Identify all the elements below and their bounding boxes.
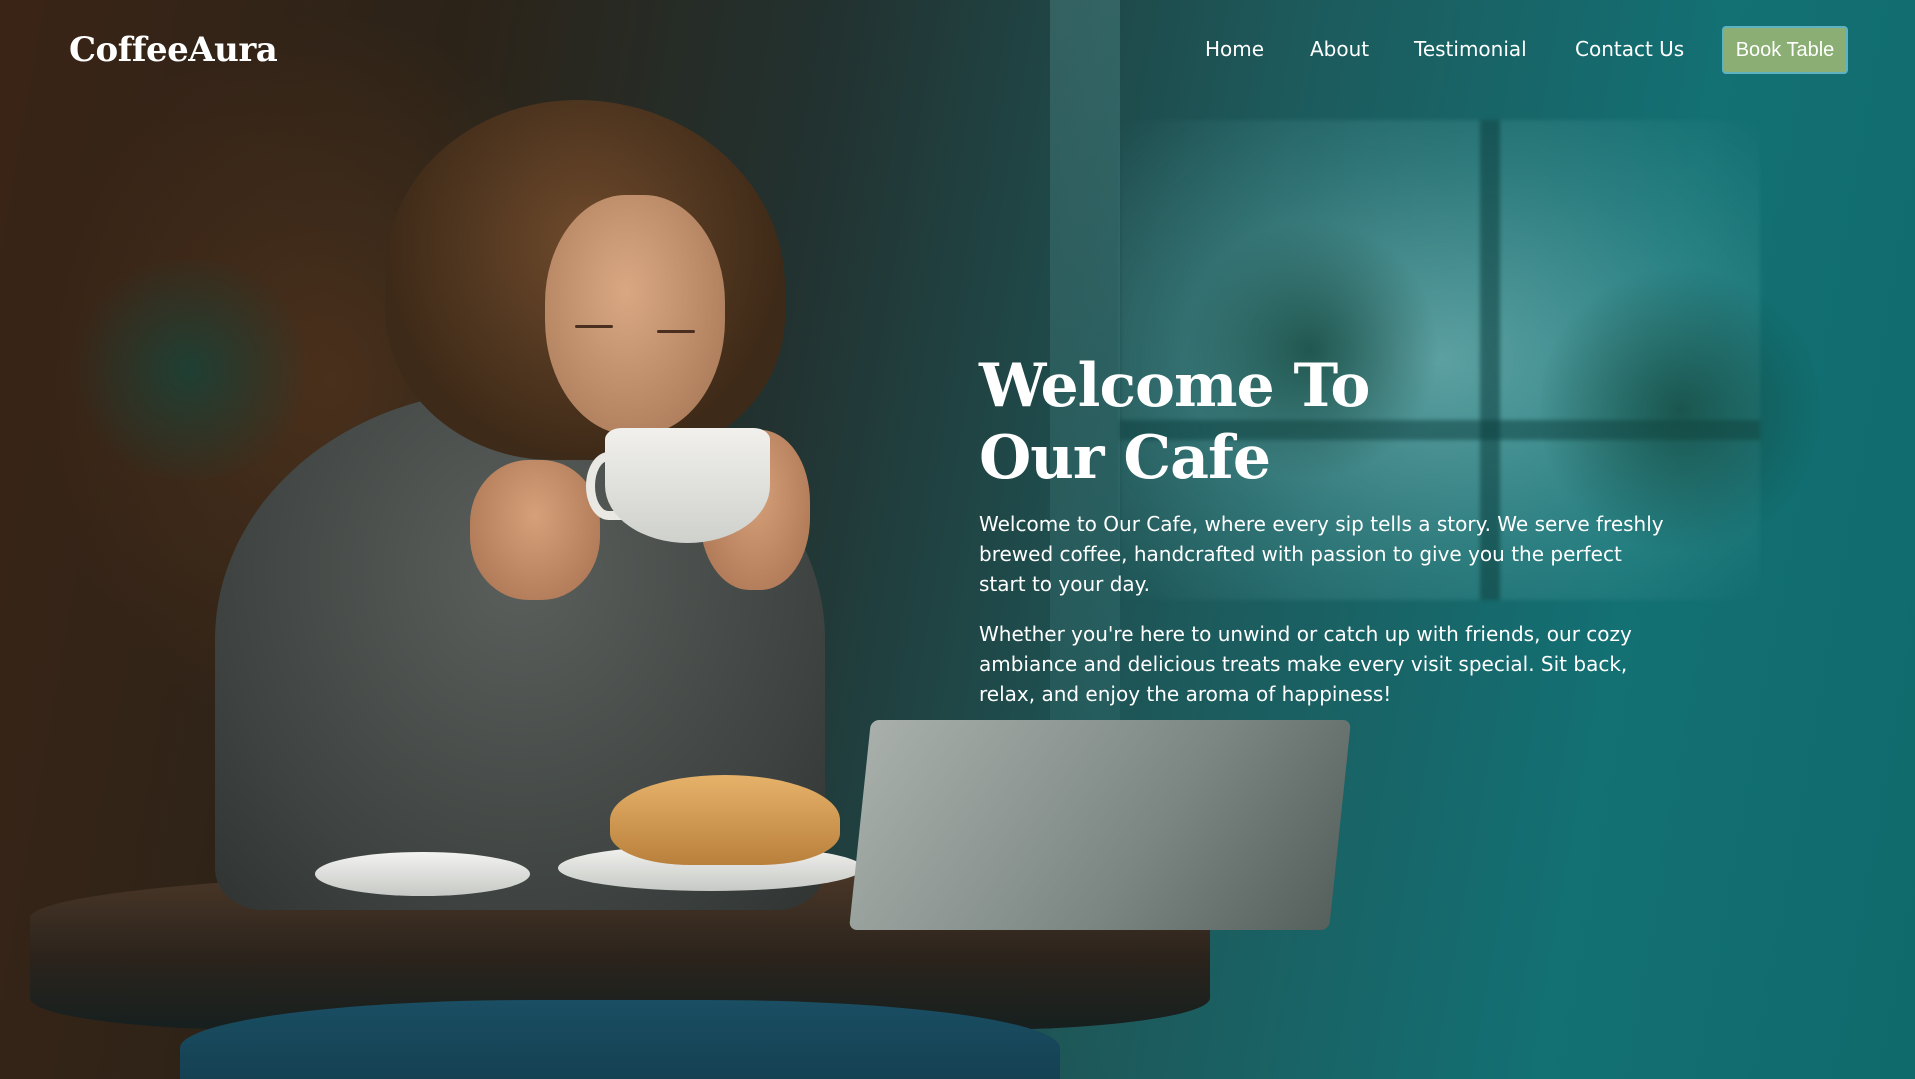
nav-link-about[interactable]: About [1310,37,1369,61]
closed-eye [575,325,613,328]
hero-title-line-2: Our Cafe [979,423,1271,493]
hero-content: Welcome To Our Cafe Welcome to Our Cafe,… [979,350,1679,709]
closed-eye [657,330,695,333]
logo[interactable]: CoffeeAura [69,30,278,70]
chair [180,1000,1060,1079]
hero-title: Welcome To Our Cafe [979,350,1679,494]
nav-link-testimonial[interactable]: Testimonial [1414,37,1527,61]
face [545,195,725,435]
nav-link-home[interactable]: Home [1205,37,1264,61]
croissant [610,775,840,865]
hero-paragraph-1: Welcome to Our Cafe, where every sip tel… [979,512,1664,596]
site-header: CoffeeAura Home About Testimonial Contac… [0,0,1915,100]
plant-silhouette [60,260,320,480]
hand [470,460,600,600]
nav-link-contact-us[interactable]: Contact Us [1575,37,1684,61]
book-table-button[interactable]: Book Table [1722,26,1848,74]
small-plate [315,852,530,896]
paper-bag [848,720,1352,930]
coffee-cup [605,428,770,543]
hero-paragraph-2: Whether you're here to unwind or catch u… [979,622,1632,706]
hero-title-line-1: Welcome To [979,351,1370,421]
